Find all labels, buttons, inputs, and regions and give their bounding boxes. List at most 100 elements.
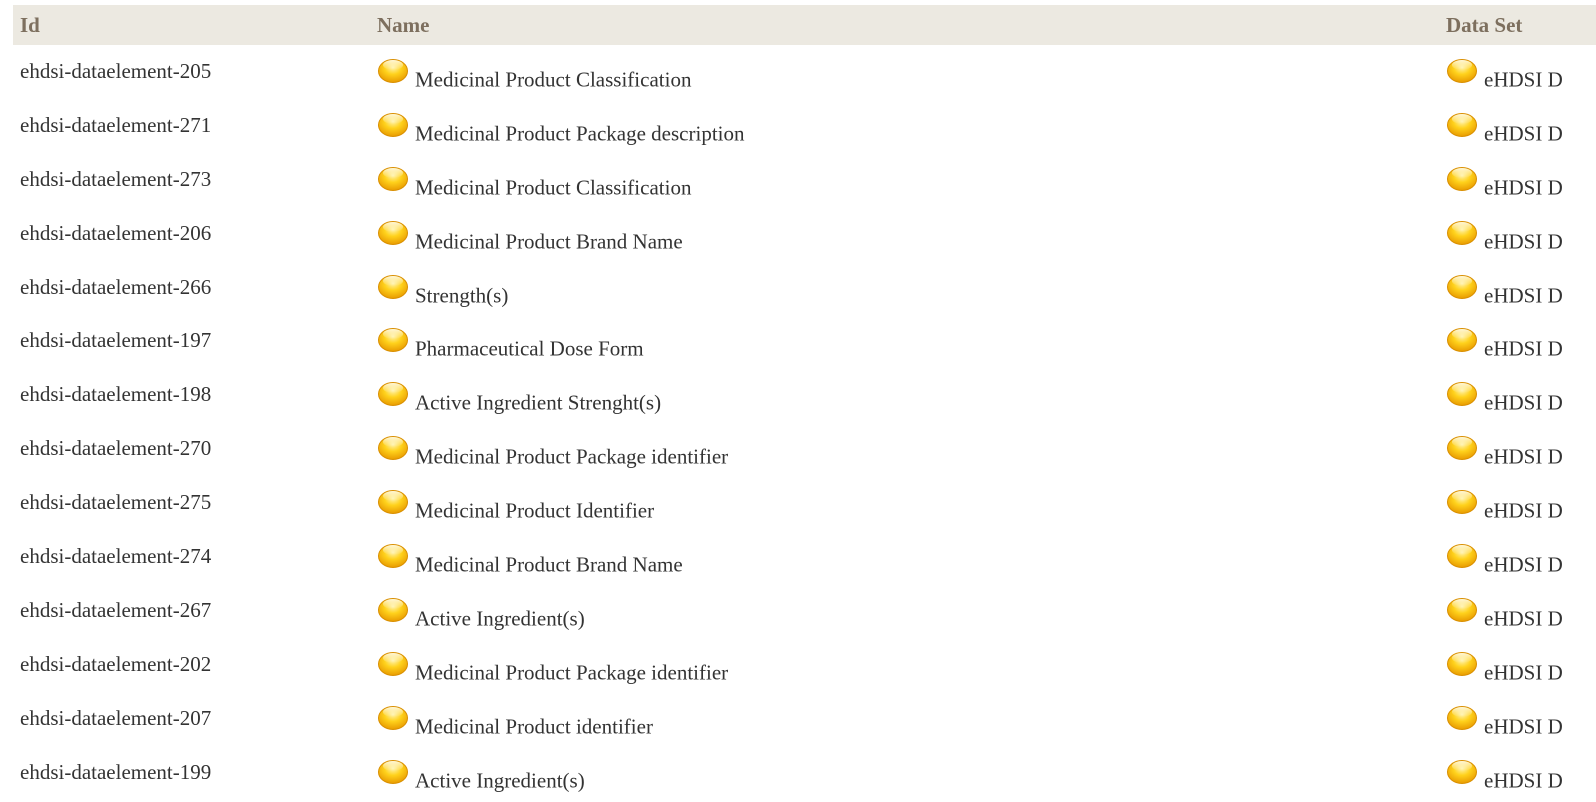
table-row[interactable]: ehdsi-dataelement-275 Medicinal Product … bbox=[13, 476, 1596, 530]
name-cell[interactable]: Medicinal Product Package identifier bbox=[370, 638, 1439, 692]
id-cell[interactable]: ehdsi-dataelement-198 bbox=[13, 368, 370, 422]
id-cell[interactable]: ehdsi-dataelement-267 bbox=[13, 584, 370, 638]
name-cell[interactable]: Medicinal Product Classification bbox=[370, 45, 1439, 99]
table-row[interactable]: ehdsi-dataelement-202 Medicinal Product … bbox=[13, 638, 1596, 692]
dataset-cell[interactable]: eHDSI D bbox=[1439, 584, 1596, 638]
dataset-text[interactable]: eHDSI D bbox=[1484, 553, 1563, 578]
table-row[interactable]: ehdsi-dataelement-199 Active Ingredient(… bbox=[13, 746, 1596, 800]
table-row[interactable]: ehdsi-dataelement-274 Medicinal Product … bbox=[13, 530, 1596, 584]
name-text[interactable]: Medicinal Product Package identifier bbox=[415, 660, 728, 685]
name-text[interactable]: Medicinal Product identifier bbox=[415, 714, 653, 739]
column-header-dataset[interactable]: Data Set bbox=[1439, 5, 1596, 45]
status-dot-icon bbox=[377, 219, 409, 245]
status-dot-icon bbox=[377, 434, 409, 461]
dataset-cell[interactable]: eHDSI D bbox=[1439, 99, 1596, 153]
dataset-cell[interactable]: eHDSI D bbox=[1439, 207, 1596, 261]
name-cell[interactable]: Medicinal Product identifier bbox=[370, 692, 1439, 746]
column-header-name[interactable]: Name bbox=[370, 5, 1439, 45]
dataset-cell[interactable]: eHDSI D bbox=[1439, 530, 1596, 584]
id-cell[interactable]: ehdsi-dataelement-266 bbox=[13, 261, 370, 315]
id-cell[interactable]: ehdsi-dataelement-207 bbox=[13, 692, 370, 746]
id-cell[interactable]: ehdsi-dataelement-271 bbox=[13, 99, 370, 153]
id-cell[interactable]: ehdsi-dataelement-199 bbox=[13, 746, 370, 800]
id-cell[interactable]: ehdsi-dataelement-275 bbox=[13, 476, 370, 530]
dataset-text[interactable]: eHDSI D bbox=[1484, 229, 1563, 254]
status-dot-icon bbox=[1446, 326, 1478, 353]
id-cell[interactable]: ehdsi-dataelement-205 bbox=[13, 45, 370, 99]
table-row[interactable]: ehdsi-dataelement-207 Medicinal Product … bbox=[13, 692, 1596, 746]
dataset-cell[interactable]: eHDSI D bbox=[1439, 261, 1596, 315]
name-text[interactable]: Medicinal Product Brand Name bbox=[415, 229, 683, 254]
table-row[interactable]: ehdsi-dataelement-205 Medicinal Product … bbox=[13, 45, 1596, 99]
status-dot-icon bbox=[1446, 650, 1478, 676]
dataset-text[interactable]: eHDSI D bbox=[1484, 175, 1563, 200]
name-cell[interactable]: Active Ingredient(s) bbox=[370, 584, 1439, 638]
status-dot-icon bbox=[377, 111, 409, 137]
table-row[interactable]: ehdsi-dataelement-273 Medicinal Product … bbox=[13, 153, 1596, 207]
dataset-text[interactable]: eHDSI D bbox=[1484, 445, 1563, 470]
dataset-text[interactable]: eHDSI D bbox=[1484, 283, 1563, 308]
dataset-text[interactable]: eHDSI D bbox=[1484, 337, 1563, 362]
status-dot-icon bbox=[377, 704, 409, 730]
status-dot-icon bbox=[1446, 758, 1478, 784]
dataset-cell[interactable]: eHDSI D bbox=[1439, 638, 1596, 692]
name-cell[interactable]: Medicinal Product Package identifier bbox=[370, 422, 1439, 476]
name-text[interactable]: Active Ingredient Strenght(s) bbox=[415, 391, 661, 416]
id-cell[interactable]: ehdsi-dataelement-206 bbox=[13, 207, 370, 261]
name-cell[interactable]: Strength(s) bbox=[370, 261, 1439, 315]
status-dot-icon bbox=[377, 488, 409, 515]
dataset-cell[interactable]: eHDSI D bbox=[1439, 368, 1596, 422]
id-cell[interactable]: ehdsi-dataelement-202 bbox=[13, 638, 370, 692]
name-text[interactable]: Active Ingredient(s) bbox=[415, 768, 585, 793]
dataset-text[interactable]: eHDSI D bbox=[1484, 660, 1563, 685]
name-text[interactable]: Medicinal Product Package identifier bbox=[415, 445, 728, 470]
status-dot-icon bbox=[377, 326, 409, 353]
name-cell[interactable]: Active Ingredient Strenght(s) bbox=[370, 368, 1439, 422]
name-cell[interactable]: Medicinal Product Classification bbox=[370, 153, 1439, 207]
name-cell[interactable]: Medicinal Product Identifier bbox=[370, 476, 1439, 530]
dataset-cell[interactable]: eHDSI D bbox=[1439, 153, 1596, 207]
dataset-cell[interactable]: eHDSI D bbox=[1439, 45, 1596, 99]
status-dot-icon bbox=[377, 596, 409, 622]
table-row[interactable]: ehdsi-dataelement-198 Active Ingredient … bbox=[13, 368, 1596, 422]
dataset-text[interactable]: eHDSI D bbox=[1484, 68, 1563, 93]
name-cell[interactable]: Active Ingredient(s) bbox=[370, 746, 1439, 800]
name-text[interactable]: Medicinal Product Brand Name bbox=[415, 553, 683, 578]
name-text[interactable]: Medicinal Product Package description bbox=[415, 121, 745, 146]
name-text[interactable]: Pharmaceutical Dose Form bbox=[415, 337, 644, 362]
table-row[interactable]: ehdsi-dataelement-270 Medicinal Product … bbox=[13, 422, 1596, 476]
status-dot-icon bbox=[377, 758, 409, 784]
name-cell[interactable]: Medicinal Product Package description bbox=[370, 99, 1439, 153]
name-text[interactable]: Strength(s) bbox=[415, 283, 508, 308]
name-cell[interactable]: Medicinal Product Brand Name bbox=[370, 530, 1439, 584]
id-cell[interactable]: ehdsi-dataelement-270 bbox=[13, 422, 370, 476]
table-row[interactable]: ehdsi-dataelement-271 Medicinal Product … bbox=[13, 99, 1596, 153]
dataset-text[interactable]: eHDSI D bbox=[1484, 121, 1563, 146]
table-row[interactable]: ehdsi-dataelement-266 Strength(s) eHDSI … bbox=[13, 261, 1596, 315]
dataset-cell[interactable]: eHDSI D bbox=[1439, 746, 1596, 800]
id-cell[interactable]: ehdsi-dataelement-197 bbox=[13, 314, 370, 368]
dataset-cell[interactable]: eHDSI D bbox=[1439, 314, 1596, 368]
name-cell[interactable]: Pharmaceutical Dose Form bbox=[370, 314, 1439, 368]
id-cell[interactable]: ehdsi-dataelement-273 bbox=[13, 153, 370, 207]
id-cell[interactable]: ehdsi-dataelement-274 bbox=[13, 530, 370, 584]
dataset-text[interactable]: eHDSI D bbox=[1484, 499, 1563, 524]
name-cell[interactable]: Medicinal Product Brand Name bbox=[370, 207, 1439, 261]
status-dot-icon bbox=[1446, 542, 1478, 569]
dataset-text[interactable]: eHDSI D bbox=[1484, 391, 1563, 416]
column-header-id[interactable]: Id bbox=[13, 5, 370, 45]
dataset-text[interactable]: eHDSI D bbox=[1484, 606, 1563, 631]
dataset-text[interactable]: eHDSI D bbox=[1484, 714, 1563, 739]
dataset-cell[interactable]: eHDSI D bbox=[1439, 422, 1596, 476]
name-text[interactable]: Medicinal Product Classification bbox=[415, 68, 691, 93]
table-row[interactable]: ehdsi-dataelement-267 Active Ingredient(… bbox=[13, 584, 1596, 638]
name-text[interactable]: Medicinal Product Classification bbox=[415, 175, 691, 200]
name-text[interactable]: Active Ingredient(s) bbox=[415, 606, 585, 631]
dataset-text[interactable]: eHDSI D bbox=[1484, 768, 1563, 793]
table-row[interactable]: ehdsi-dataelement-206 Medicinal Product … bbox=[13, 207, 1596, 261]
table-header: Id Name Data Set bbox=[13, 5, 1596, 45]
dataset-cell[interactable]: eHDSI D bbox=[1439, 692, 1596, 746]
name-text[interactable]: Medicinal Product Identifier bbox=[415, 499, 654, 524]
dataset-cell[interactable]: eHDSI D bbox=[1439, 476, 1596, 530]
table-row[interactable]: ehdsi-dataelement-197 Pharmaceutical Dos… bbox=[13, 314, 1596, 368]
